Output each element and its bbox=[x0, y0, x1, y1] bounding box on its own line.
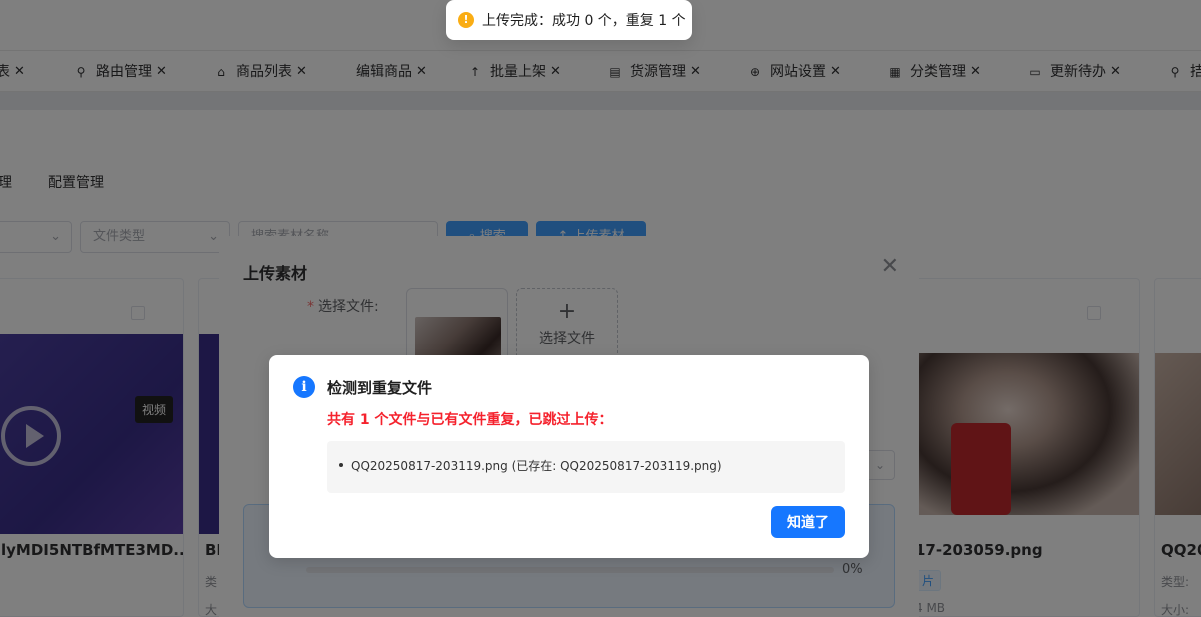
duplicate-file-message-box: i 检测到重复文件 共有 1 个文件与已有文件重复，已跳过上传： QQ20250… bbox=[269, 355, 869, 558]
list-item: QQ20250817-203119.png (已存在: QQ20250817-2… bbox=[339, 457, 845, 474]
warning-icon: ! bbox=[458, 12, 474, 28]
message-box-title: 检测到重复文件 bbox=[327, 379, 433, 397]
duplicate-file-list: QQ20250817-203119.png (已存在: QQ20250817-2… bbox=[327, 441, 845, 493]
info-icon: i bbox=[293, 376, 315, 398]
toast-message: 上传完成：成功 0 个，重复 1 个 bbox=[482, 13, 686, 29]
acknowledge-button[interactable]: 知道了 bbox=[771, 506, 845, 538]
duplicate-summary: 共有 1 个文件与已有文件重复，已跳过上传： bbox=[327, 412, 613, 428]
upload-result-toast: ! 上传完成：成功 0 个，重复 1 个 bbox=[446, 0, 692, 40]
